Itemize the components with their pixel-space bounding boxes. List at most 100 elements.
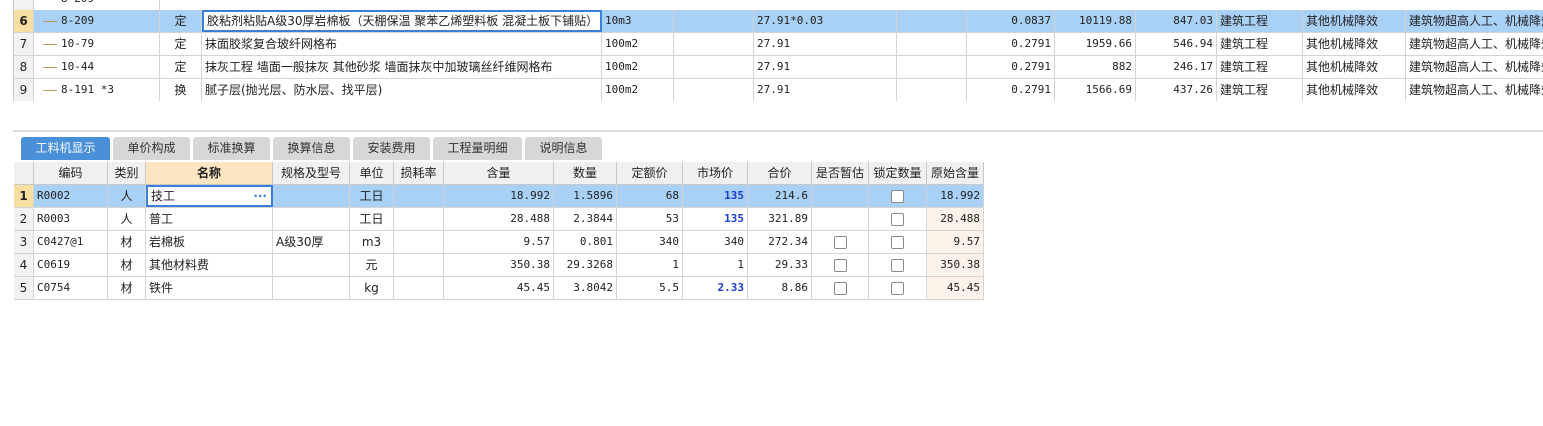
quota-code[interactable]: 10-44 [34, 56, 160, 78]
header-content[interactable]: 含量 [444, 162, 554, 184]
quota-name[interactable]: 抹面胶浆复合玻纤网格布 [202, 33, 602, 55]
checkbox[interactable] [891, 259, 904, 272]
resource-quantity[interactable]: 29.3268 [554, 254, 617, 276]
resource-spec[interactable]: A级30厚 [273, 231, 350, 253]
quota-quantity[interactable]: 0.0837 [967, 10, 1055, 32]
resource-spec[interactable] [273, 254, 350, 276]
header-spec[interactable]: 规格及型号 [273, 162, 350, 184]
quota-name[interactable]: 胶粘剂粘贴A级30厚岩棉板（天棚保温 聚苯乙烯塑料板 混凝土板下铺贴） [202, 10, 602, 32]
resource-quantity[interactable]: 3.8042 [554, 277, 617, 299]
estimate-checkbox-cell[interactable] [812, 254, 869, 276]
quota-note[interactable]: 建筑物超高人工、机械降效 [1406, 10, 1543, 32]
quota-code[interactable]: 10-79 [34, 33, 160, 55]
resource-loss-rate[interactable] [394, 254, 444, 276]
quota-quantity[interactable]: 0.2791 [967, 79, 1055, 101]
checkbox[interactable] [833, 259, 847, 272]
quota-expression[interactable]: 27.91 [754, 33, 897, 55]
resource-code[interactable]: C0754 [34, 277, 108, 299]
checkbox[interactable] [891, 282, 904, 295]
resource-category[interactable]: 材 [108, 277, 146, 299]
quota-quantity[interactable]: 0.2791 [967, 56, 1055, 78]
checkbox[interactable] [833, 282, 847, 295]
resource-code[interactable]: C0427@1 [34, 231, 108, 253]
quota-note[interactable]: 建筑物超高人工、机械降效 [1406, 56, 1543, 78]
resource-code[interactable]: C0619 [34, 254, 108, 276]
quota-expression[interactable]: 27.91 [754, 56, 897, 78]
resource-category[interactable]: 人 [108, 208, 146, 230]
quota-row[interactable]: 6 8-209 定 胶粘剂粘贴A级30厚岩棉板（天棚保温 聚苯乙烯塑料板 混凝土… [14, 10, 1543, 33]
header-base-price[interactable]: 定额价 [617, 162, 683, 184]
tab-quantity-detail[interactable]: 工程量明细 [433, 137, 522, 160]
resource-row[interactable]: 5 C0754 材铁件 kg 45.45 3.8042 5.5 2.33 8.86 45.45 [14, 277, 984, 300]
resource-name[interactable]: 铁件 [146, 277, 273, 299]
quota-code[interactable]: 8-191 *3 [34, 79, 160, 101]
quota-fee-type[interactable]: 其他机械降效 [1303, 56, 1406, 78]
tab-labor-material-machine[interactable]: 工料机显示 [21, 137, 110, 160]
resource-code[interactable]: R0002 [34, 185, 108, 207]
estimate-checkbox-cell[interactable] [812, 208, 869, 230]
quota-major[interactable]: 建筑工程 [1217, 79, 1303, 101]
resource-category[interactable]: 材 [108, 254, 146, 276]
lock-quantity-checkbox-cell[interactable] [869, 208, 927, 230]
resource-unit[interactable]: 工日 [350, 208, 394, 230]
resource-loss-rate[interactable] [394, 208, 444, 230]
ellipsis-button[interactable]: ··· [253, 187, 267, 205]
resource-name[interactable]: 普工 [146, 208, 273, 230]
resource-market-price[interactable]: 135 [683, 185, 748, 207]
resource-market-price[interactable]: 1 [683, 254, 748, 276]
quota-unit[interactable]: 10m3 [602, 10, 674, 32]
header-quantity[interactable]: 数量 [554, 162, 617, 184]
quota-expression[interactable]: 27.91 [754, 79, 897, 101]
quota-note[interactable]: 建筑物超高人工、机械降效 [1406, 79, 1543, 101]
header-unit[interactable]: 单位 [350, 162, 394, 184]
resource-content[interactable]: 9.57 [444, 231, 554, 253]
header-original-content[interactable]: 原始含量 [927, 162, 984, 184]
tab-installation-fee[interactable]: 安装费用 [353, 137, 430, 160]
tab-unit-price-composition[interactable]: 单价构成 [113, 137, 190, 160]
resource-unit[interactable]: 工日 [350, 185, 394, 207]
resource-content[interactable]: 350.38 [444, 254, 554, 276]
resource-content[interactable]: 18.992 [444, 185, 554, 207]
tab-description[interactable]: 说明信息 [525, 137, 602, 160]
resource-row[interactable]: 2 R0003 人普工 工日 28.488 2.3844 53 135 321.89 28.488 [14, 208, 984, 231]
header-name[interactable]: 名称 [146, 162, 273, 184]
quota-name[interactable]: 抹灰工程 墙面一般抹灰 其他砂浆 墙面抹灰中加玻璃丝纤维网格布 [202, 56, 602, 78]
resource-unit[interactable]: 元 [350, 254, 394, 276]
resource-market-price[interactable]: 340 [683, 231, 748, 253]
resource-name[interactable]: 岩棉板 [146, 231, 273, 253]
quota-expression[interactable]: 27.91*0.03 [754, 10, 897, 32]
header-market-price[interactable]: 市场价 [683, 162, 748, 184]
header-code[interactable]: 编码 [34, 162, 108, 184]
checkbox[interactable] [891, 190, 904, 203]
resource-content[interactable]: 28.488 [444, 208, 554, 230]
quota-fee-type[interactable]: 其他机械降效 [1303, 33, 1406, 55]
quota-major[interactable]: 建筑工程 [1217, 10, 1303, 32]
resource-row[interactable]: 4 C0619 材其他材料费元 350.38 29.3268 1 1 29.33 350.38 [14, 254, 984, 277]
resource-row[interactable]: 3 C0427@1 材岩棉板 A级30厚 m3 9.57 0.801 340 340 272.34… [14, 231, 984, 254]
quota-major[interactable]: 建筑工程 [1217, 33, 1303, 55]
quota-note[interactable]: 建筑物超高人工、机械降效 [1406, 33, 1543, 55]
quota-row[interactable]: 8 10-44 定 抹灰工程 墙面一般抹灰 其他砂浆 墙面抹灰中加玻璃丝纤维网格… [14, 56, 1543, 79]
header-category[interactable]: 类别 [108, 162, 146, 184]
quota-unit[interactable]: 100m2 [602, 79, 674, 101]
resource-loss-rate[interactable] [394, 277, 444, 299]
quota-fee-type[interactable]: 其他机械降效 [1303, 79, 1406, 101]
quota-code[interactable]: 8-209 [34, 10, 160, 32]
resource-code[interactable]: R0003 [34, 208, 108, 230]
header-estimate[interactable]: 是否暂估 [812, 162, 869, 184]
resource-name[interactable]: 其他材料费 [146, 254, 273, 276]
header-lock-quantity[interactable]: 锁定数量 [869, 162, 927, 184]
lock-quantity-checkbox-cell[interactable] [869, 231, 927, 253]
resource-loss-rate[interactable] [394, 231, 444, 253]
resource-spec[interactable] [273, 277, 350, 299]
checkbox[interactable] [891, 213, 904, 226]
resource-content[interactable]: 45.45 [444, 277, 554, 299]
resource-quantity[interactable]: 1.5896 [554, 185, 617, 207]
estimate-checkbox-cell[interactable] [812, 277, 869, 299]
tab-conversion-info[interactable]: 换算信息 [273, 137, 350, 160]
quota-unit[interactable]: 100m2 [602, 56, 674, 78]
panel-splitter[interactable] [13, 130, 1543, 132]
estimate-checkbox-cell[interactable] [812, 185, 869, 207]
header-loss-rate[interactable]: 损耗率 [394, 162, 444, 184]
quota-code[interactable]: 8-209 [34, 0, 160, 10]
